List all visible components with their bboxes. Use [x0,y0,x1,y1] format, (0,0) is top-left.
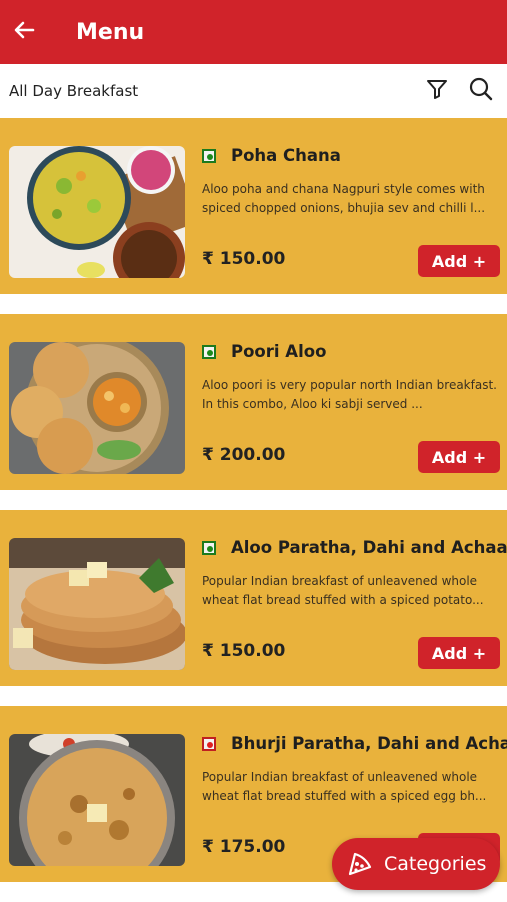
item-description: Aloo poori is very popular north Indian … [202,378,497,411]
food-image [9,538,185,670]
pizza-slice-icon [346,850,374,878]
add-button[interactable]: Add + [418,441,500,473]
filter-icon [425,77,449,106]
item-price: ₹ 175.00 [202,837,286,857]
page-title: Menu [76,19,145,45]
item-name: Poori Aloo [231,342,327,361]
item-name: Poha Chana [231,146,341,165]
search-button[interactable] [461,71,501,111]
categories-button[interactable]: Categories [332,838,500,890]
veg-indicator-icon [202,541,216,555]
item-price: ₹ 150.00 [202,641,286,661]
app-bar: Menu [0,0,507,64]
item-description: Popular Indian breakfast of unleavened w… [202,574,484,607]
menu-list: Poha Chana Aloo poha and chana Nagpuri s… [0,118,507,902]
nonveg-indicator-icon [202,737,216,751]
categories-label: Categories [384,853,487,875]
item-name: Bhurji Paratha, Dahi and Achaar [231,734,507,753]
item-name: Aloo Paratha, Dahi and Achaar [231,538,507,557]
back-button[interactable] [0,0,48,64]
category-title: All Day Breakfast [9,82,139,100]
arrow-left-icon [13,19,35,46]
item-description: Aloo poha and chana Nagpuri style comes … [202,182,486,215]
category-bar: All Day Breakfast [0,64,507,118]
item-price: ₹ 200.00 [202,445,286,465]
menu-item-card[interactable]: Aloo Paratha, Dahi and Achaar Popular In… [0,510,507,686]
food-image [9,734,185,866]
menu-item-card[interactable]: Poha Chana Aloo poha and chana Nagpuri s… [0,118,507,294]
item-description: Popular Indian breakfast of unleavened w… [202,770,487,803]
menu-item-card[interactable]: Poori Aloo Aloo poori is very popular no… [0,314,507,490]
add-button[interactable]: Add + [418,637,500,669]
food-image [9,342,185,474]
search-icon [468,76,494,107]
veg-indicator-icon [202,149,216,163]
item-price: ₹ 150.00 [202,249,286,269]
veg-indicator-icon [202,345,216,359]
food-image [9,146,185,278]
filter-button[interactable] [417,71,457,111]
add-button[interactable]: Add + [418,245,500,277]
